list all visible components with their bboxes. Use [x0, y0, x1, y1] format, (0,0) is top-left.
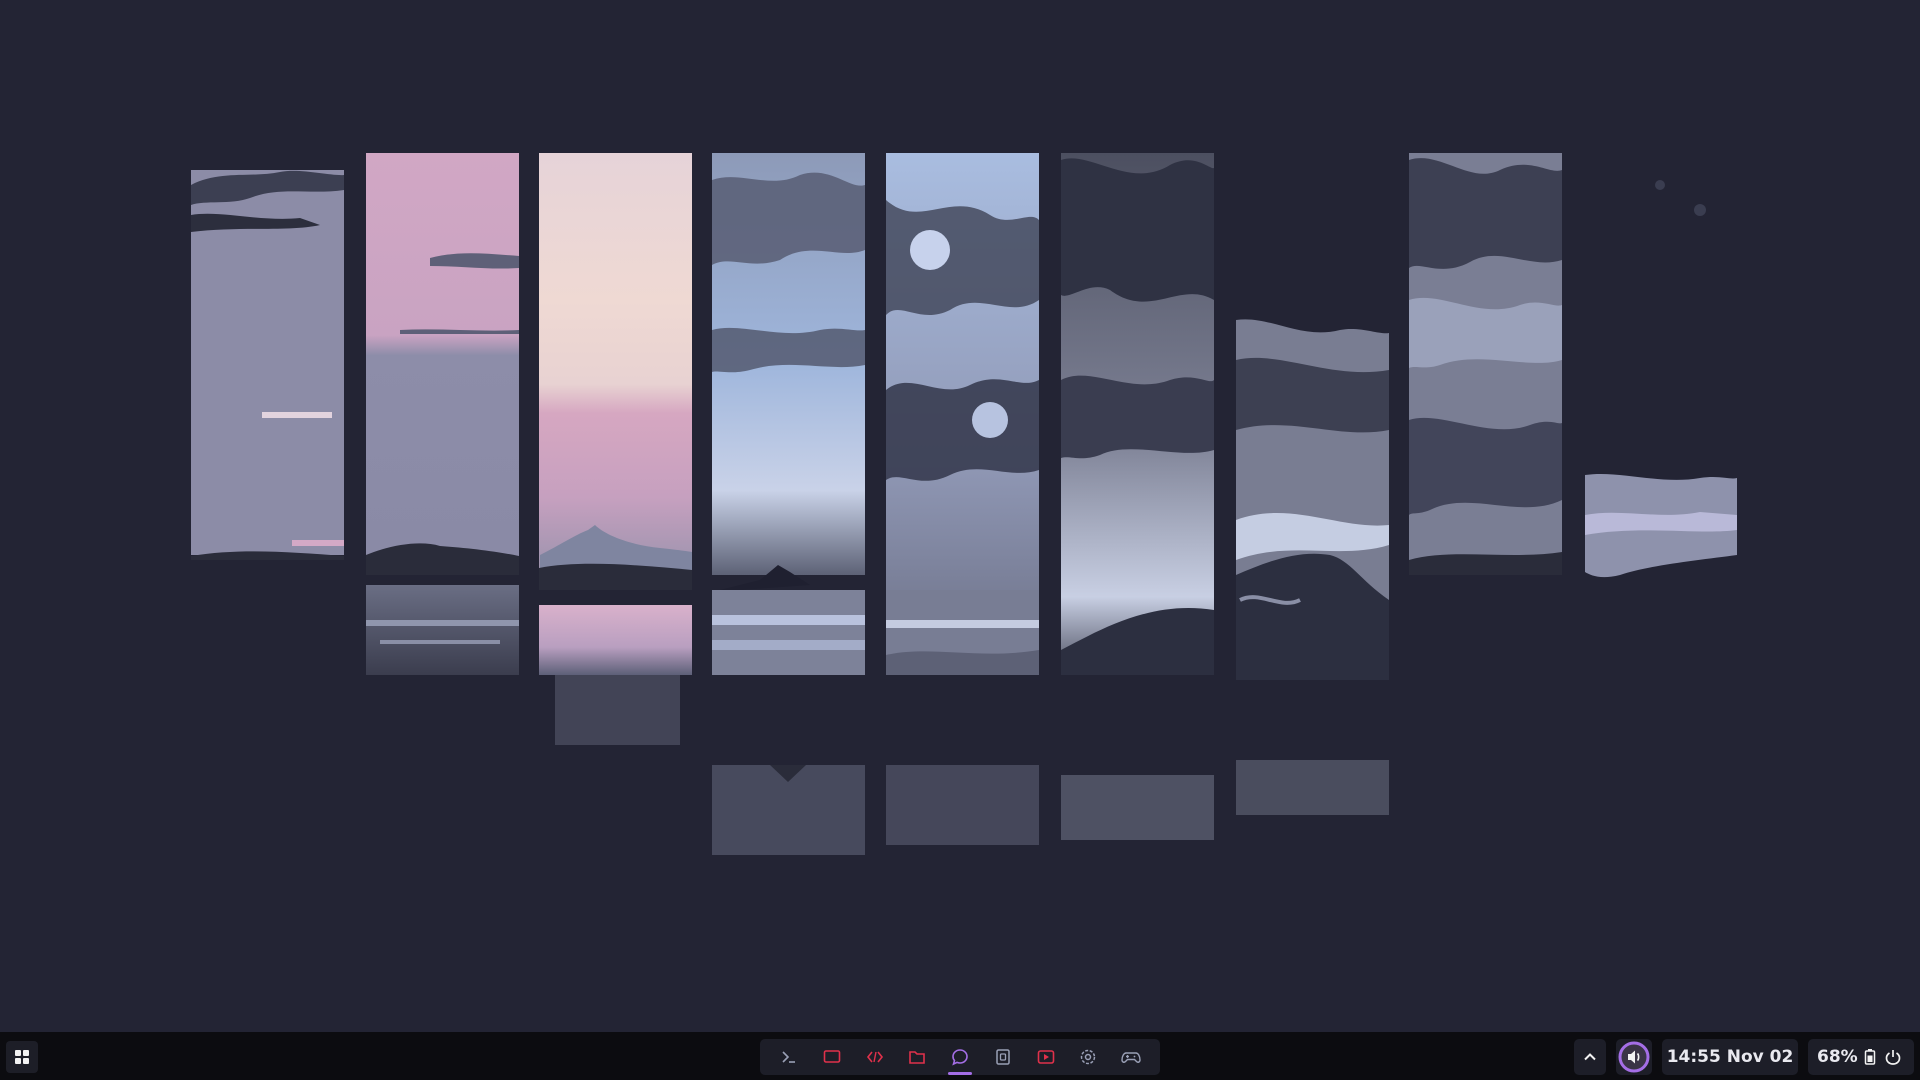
chat-icon: [952, 1049, 968, 1066]
wallpaper-panel-1: [191, 170, 344, 560]
apps-grid-icon: [15, 1050, 29, 1064]
terminal-icon: [782, 1051, 795, 1063]
battery-percentage: 68%: [1817, 1047, 1858, 1067]
volume-button[interactable]: [1616, 1039, 1652, 1075]
dock-chat[interactable]: [941, 1039, 979, 1075]
dock-notes[interactable]: [984, 1039, 1022, 1075]
wallpaper-panel-9: [1585, 180, 1737, 578]
app-dock: [760, 1039, 1160, 1075]
dock-code-editor[interactable]: [856, 1039, 894, 1075]
clock[interactable]: 14:55 Nov 02: [1662, 1039, 1798, 1075]
dock-games[interactable]: [1112, 1039, 1150, 1075]
wallpaper-panel-2: [366, 153, 519, 675]
gamepad-icon: [1121, 1052, 1141, 1063]
chevron-up-icon: [1584, 1053, 1596, 1061]
wallpaper-panel-5: [886, 153, 1039, 845]
tray-expand-button[interactable]: [1574, 1039, 1606, 1075]
dock-video[interactable]: [1027, 1039, 1065, 1075]
folder-icon: [909, 1051, 926, 1064]
power-icon[interactable]: [1884, 1048, 1902, 1066]
desktop: [0, 0, 1920, 1032]
battery-power-area[interactable]: 68%: [1808, 1039, 1914, 1075]
wallpaper-panel-4: [712, 153, 865, 855]
notes-icon: [996, 1049, 1010, 1065]
wallpaper-panel-7: [1236, 319, 1389, 815]
dock-screen[interactable]: [813, 1039, 851, 1075]
start-button[interactable]: [6, 1041, 38, 1073]
wallpaper-panels: [191, 153, 1737, 855]
battery-icon: [1864, 1049, 1875, 1065]
dock-settings[interactable]: [1069, 1039, 1107, 1075]
volume-icon: [1618, 1041, 1650, 1073]
video-icon: [1037, 1050, 1054, 1064]
dock-terminal[interactable]: [770, 1039, 808, 1075]
wallpaper-panel-8: [1409, 153, 1562, 575]
dock-files[interactable]: [898, 1039, 936, 1075]
code-icon: [866, 1051, 883, 1063]
clock-text: 14:55 Nov 02: [1666, 1047, 1794, 1067]
wallpaper-panel-3: [539, 153, 692, 745]
monitor-icon: [823, 1050, 841, 1063]
taskbar: 14:55 Nov 02 68%: [0, 1032, 1920, 1080]
settings-icon: [1081, 1049, 1096, 1065]
wallpaper-panel-6: [1061, 153, 1214, 840]
